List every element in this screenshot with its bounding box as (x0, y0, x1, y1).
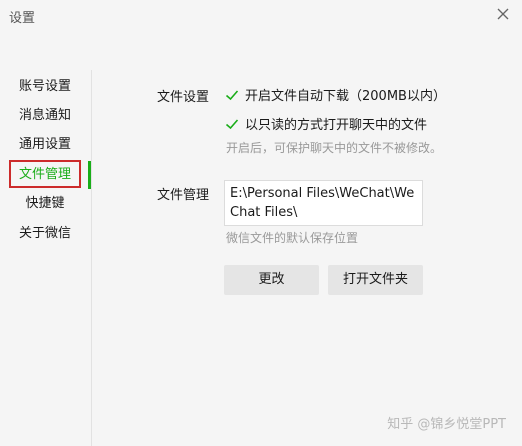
sidebar-divider (91, 70, 92, 446)
open-folder-button[interactable]: 打开文件夹 (328, 265, 423, 295)
sidebar-item-notifications[interactable]: 消息通知 (0, 102, 90, 130)
readonly-hint: 开启后，可保护聊天中的文件不被修改。 (226, 141, 443, 155)
close-button[interactable] (492, 3, 514, 25)
auto-download-label: 开启文件自动下载（200MB以内） (245, 89, 446, 104)
sidebar-item-account[interactable]: 账号设置 (0, 73, 90, 101)
readonly-checkbox[interactable]: 以只读的方式打开聊天中的文件 (225, 114, 427, 133)
checkmark-icon (225, 117, 239, 131)
path-hint: 微信文件的默认保存位置 (226, 231, 359, 245)
active-indicator (88, 161, 91, 189)
sidebar-item-general[interactable]: 通用设置 (0, 131, 90, 159)
title-bar: 设置 (0, 0, 522, 32)
save-path-field[interactable]: E:\Personal Files\WeChat\WeChat Files\ (224, 180, 423, 226)
sidebar-item-about[interactable]: 关于微信 (0, 220, 90, 248)
window-title: 设置 (9, 11, 36, 26)
close-icon (497, 8, 509, 20)
sidebar-item-shortcuts[interactable]: 快捷键 (0, 190, 90, 218)
readonly-label: 以只读的方式打开聊天中的文件 (245, 118, 428, 133)
file-management-label: 文件管理 (157, 188, 210, 203)
watermark: 知乎 @锦乡悦堂PPT (387, 417, 506, 432)
highlight-annotation-box (9, 160, 81, 188)
file-settings-label: 文件设置 (157, 90, 210, 105)
checkmark-icon (225, 88, 239, 102)
auto-download-checkbox[interactable]: 开启文件自动下载（200MB以内） (225, 85, 446, 104)
change-path-button[interactable]: 更改 (224, 265, 319, 295)
